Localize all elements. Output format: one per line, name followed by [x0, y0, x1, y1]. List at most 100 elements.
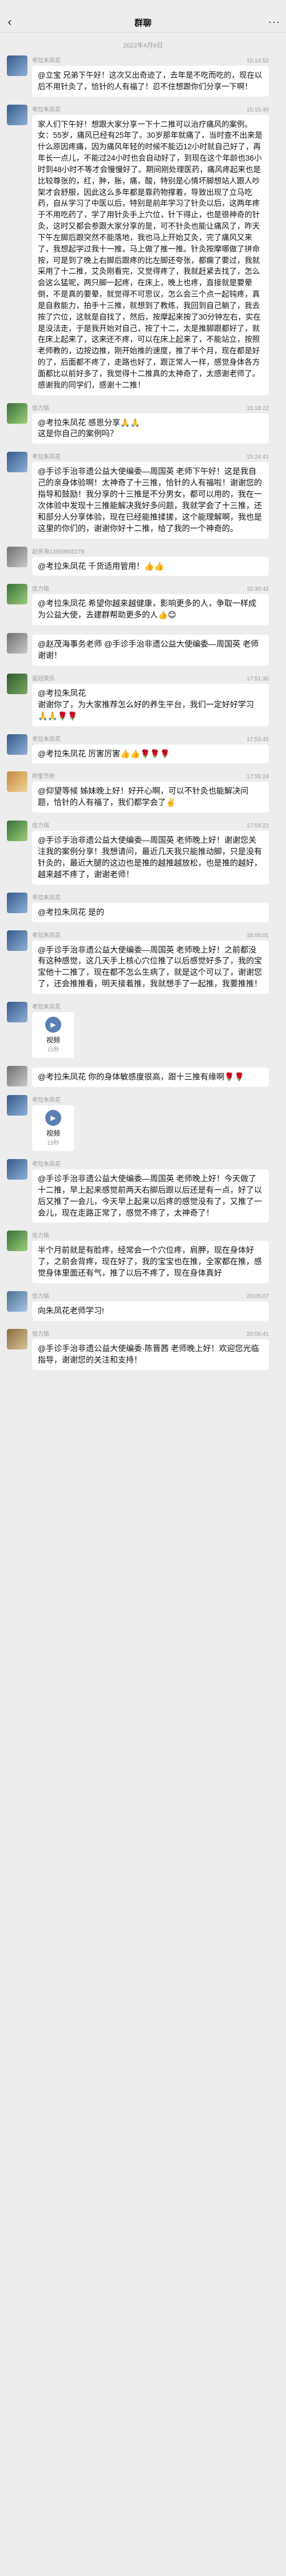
back-button[interactable]: ‹: [0, 13, 19, 32]
sender-name: 信力铭: [32, 1293, 49, 1300]
message-meta: 考拉朱凤花 15:14:52: [32, 55, 269, 64]
avatar[interactable]: [7, 1291, 27, 1312]
message-row: 信力铭 17:59:22 @手诊手治非遗公益大使编委—周国英 老师晚上好！谢谢您关注…: [0, 821, 286, 885]
message-bubble[interactable]: 向朱凤花老师学习!: [32, 1301, 269, 1321]
video-duration: 15秒: [47, 1047, 59, 1054]
message-row: 考拉朱凤花 @考拉朱凤花 是的: [0, 892, 286, 922]
video-message[interactable]: ▶ 视频 15秒: [32, 1105, 74, 1151]
sender-name: 考拉朱凤花: [32, 58, 61, 64]
avatar[interactable]: [7, 1328, 27, 1349]
avatar[interactable]: [7, 633, 27, 654]
message-row: @赵茂海事务老师 @手诊手治非遗公益大使编委—周国英 老师 谢谢！: [0, 633, 286, 666]
message-bubble[interactable]: @考拉朱凤花 你的身体敏感度很高，跟十三推有缘啊🌹🌹: [32, 1068, 269, 1087]
message-bubble[interactable]: @赵茂海事务老师 @手诊手治非遗公益大使编委—周国英 老师 谢谢！: [32, 635, 269, 666]
sender-name: 蓝冠荣乐: [32, 675, 55, 682]
sender-name: 考拉朱凤花: [32, 736, 61, 743]
date-separator: 2022年4月6日: [123, 42, 163, 49]
sender-name: 考拉朱凤花: [32, 1004, 61, 1011]
message-row: 信力铭 15:30:42 @考拉朱凤花 希望你越来越健康，影响更多的人，争取一样成为…: [0, 584, 286, 626]
sender-name: 考拉朱凤花: [32, 106, 61, 113]
avatar[interactable]: [7, 734, 27, 755]
message-bubble[interactable]: @手诊手治非遗公益大使编委·陈晋茜 老师晚上好！欢迎您光临指导，谢谢您的关注和支…: [32, 1339, 269, 1370]
avatar[interactable]: [7, 1002, 27, 1023]
video-duration: 15秒: [47, 1140, 59, 1146]
message-bubble[interactable]: @手诊手治非遗公益大使编委—周国英 老师晚上好！谢谢您关注我的案例分享！我想请问…: [32, 831, 269, 885]
chat-feed[interactable]: 2022年4月6日 考拉朱凤花 15:14:52 @立宝 兄弟下午好！这次又出奇迹了…: [0, 33, 286, 1370]
message-time: 17:55:24: [247, 774, 269, 781]
sender-name: 考拉朱凤花: [32, 454, 61, 461]
message-time: 17:59:22: [247, 823, 269, 830]
message-bubble[interactable]: @手诊手治非遗公益大使编委—周国英 老师下午好！这是我自己的亲身体验啊！太神奇了…: [32, 462, 269, 539]
avatar[interactable]: [7, 930, 27, 951]
message-body: 考拉朱凤花 @手诊手治非遗公益大使编委—周国英 老师晚上好！今天做了十二推，早上起…: [32, 1159, 269, 1223]
more-icon: ···: [268, 16, 280, 27]
message-row: 考拉朱凤花 15:24:41 @手诊手治非遗公益大使编委—周国英 老师下午好！这是我…: [0, 452, 286, 539]
message-time: 15:14:52: [247, 58, 269, 64]
message-bubble[interactable]: @手诊手治非遗公益大使编委—周国英 老师晚上好！之前都没有这种感觉，这几天手上核…: [32, 940, 269, 994]
nav-bar: ‹ 群聊 ···: [0, 13, 286, 33]
message-time: 15:18:22: [247, 405, 269, 412]
message-body: @赵茂海事务老师 @手诊手治非遗公益大使编委—周国英 老师 谢谢！: [32, 633, 269, 666]
avatar[interactable]: [7, 546, 27, 567]
avatar[interactable]: [7, 403, 27, 424]
avatar[interactable]: [7, 584, 27, 605]
message-meta: 考拉朱凤花: [32, 1159, 269, 1168]
avatar[interactable]: [7, 1158, 27, 1180]
message-meta: 考拉朱凤花: [32, 893, 269, 901]
message-meta: 考拉朱凤花 15:24:41: [32, 452, 269, 460]
message-bubble[interactable]: @仰望等候 姊妹晚上好！好开心啊，可以不针灸也能解决问题，恰针的人有福了，我们都…: [32, 782, 269, 813]
message-body: 考拉朱凤花 15:15:40 家人们下午好！想跟大家分享一下十二推可以治疗痛风的案例…: [32, 105, 269, 395]
more-button[interactable]: ···: [268, 16, 280, 28]
play-icon: ▶: [45, 1017, 61, 1033]
message-body: 考拉朱凤花 17:53:45 @考拉朱凤花 厉害厉害👍👍🌹🌹🌹: [32, 734, 269, 764]
message-bubble[interactable]: @考拉朱凤花 厉害厉害👍👍🌹🌹🌹: [32, 744, 269, 764]
sender-name: 考拉朱凤花: [32, 1161, 61, 1168]
message-body: 考拉朱凤花 18:00:01 @手诊手治非遗公益大使编委—周国英 老师晚上好！之前都…: [32, 930, 269, 994]
message-body: 考拉朱凤花 ▶ 视频 15秒: [32, 1002, 269, 1058]
message-body: 信力铭 17:59:22 @手诊手治非遗公益大使编委—周国英 老师晚上好！谢谢您关注…: [32, 821, 269, 885]
sender-name: 信力铭: [32, 405, 49, 412]
message-meta: 赵亮海13959855278: [32, 547, 269, 555]
message-row: 考拉朱凤花 ▶ 视频 15秒: [0, 1002, 286, 1058]
message-body: 考拉朱凤花 15:14:52 @立宝 兄弟下午好！这次又出奇迹了，去年是不吃而吃的，…: [32, 55, 269, 97]
message-meta: 考拉朱凤花: [32, 1002, 269, 1010]
message-bubble[interactable]: @考拉朱凤花 希望你越来越健康，影响更多的人，争取一样成为公益大使，去建群帮助更…: [32, 594, 269, 626]
message-meta: 阿里节桥 17:55:24: [32, 771, 269, 780]
message-bubble[interactable]: @手诊手治非遗公益大使编委—周国英 老师晚上好！今天做了十二推，早上起来感觉前两…: [32, 1169, 269, 1223]
message-row: @考拉朱凤花 你的身体敏感度很高，跟十三推有缘啊🌹🌹: [0, 1066, 286, 1087]
avatar[interactable]: [7, 1231, 27, 1252]
message-meta: 信力铭 20:06:41: [32, 1329, 269, 1337]
message-body: 考拉朱凤花 15:24:41 @手诊手治非遗公益大使编委—周国英 老师下午好！这是我…: [32, 452, 269, 539]
avatar[interactable]: [7, 892, 27, 913]
avatar[interactable]: [7, 1066, 27, 1087]
avatar[interactable]: [7, 1094, 27, 1116]
message-bubble[interactable]: 半个月前就是有脸疼，经常会一个穴位疼，肩胛，现在身体好了，之前会背疼，现在好了，…: [32, 1241, 269, 1284]
message-row: 信力铭 20:06:41 @手诊手治非遗公益大使编委·陈晋茜 老师晚上好！欢迎您光临…: [0, 1328, 286, 1370]
message-bubble[interactable]: 家人们下午好！想跟大家分享一下十二推可以治疗痛风的案例。女：55岁，痛风已经有2…: [32, 114, 269, 395]
avatar[interactable]: [7, 673, 27, 694]
message-body: 信力铭 半个月前就是有脸疼，经常会一个穴位疼，肩胛，现在身体好了，之前会背疼，现在…: [32, 1231, 269, 1284]
avatar[interactable]: [7, 104, 27, 125]
message-time: 17:53:45: [247, 736, 269, 743]
message-time: 18:00:01: [247, 932, 269, 939]
avatar[interactable]: [7, 821, 27, 842]
message-bubble[interactable]: @立宝 兄弟下午好！这次又出奇迹了，去年是不吃而吃的，现在以后不用针灸了，恰针的…: [32, 66, 269, 97]
avatar[interactable]: [7, 771, 27, 793]
message-body: 蓝冠荣乐 17:51:30 @考拉朱凤花 谢谢你了，为大家推荐怎么好的养生平台，我们…: [32, 674, 269, 726]
message-body: 考拉朱凤花 @考拉朱凤花 是的: [32, 893, 269, 922]
avatar[interactable]: [7, 55, 27, 76]
message-row: 信力铭 半个月前就是有脸疼，经常会一个穴位疼，肩胛，现在身体好了，之前会背疼，现在…: [0, 1231, 286, 1284]
message-row: 考拉朱凤花 18:00:01 @手诊手治非遗公益大使编委—周国英 老师晚上好！之前都…: [0, 930, 286, 994]
avatar[interactable]: [7, 452, 27, 473]
message-list: 考拉朱凤花 15:14:52 @立宝 兄弟下午好！这次又出奇迹了，去年是不吃而吃的，…: [0, 55, 286, 1370]
message-meta: 考拉朱凤花 18:00:01: [32, 930, 269, 939]
sender-name: 信力铭: [32, 823, 49, 830]
status-bar: [0, 0, 286, 13]
message-time: 20:05:07: [247, 1293, 269, 1300]
message-bubble[interactable]: @考拉朱凤花 千货适用管用！👍👍: [32, 556, 269, 576]
video-message[interactable]: ▶ 视频 15秒: [32, 1012, 74, 1058]
message-bubble[interactable]: @考拉朱凤花 是的: [32, 902, 269, 922]
message-body: 信力铭 20:05:07 向朱凤花老师学习!: [32, 1291, 269, 1321]
message-bubble[interactable]: @考拉朱凤花 谢谢你了，为大家推荐怎么好的养生平台，我们一定好好学习🙏🙏🌹🌹: [32, 683, 269, 726]
message-bubble[interactable]: @考拉朱凤花 感恩分享🙏🙏 这是你自己的案例吗？: [32, 413, 269, 444]
